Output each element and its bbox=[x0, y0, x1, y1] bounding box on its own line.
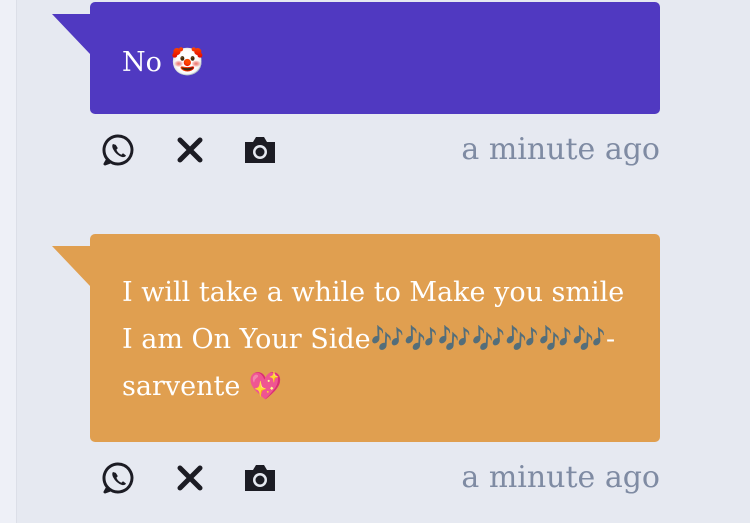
whatsapp-icon[interactable] bbox=[100, 460, 136, 496]
timestamp: a minute ago bbox=[461, 460, 660, 495]
message-text: I will take a while to Make you smile I … bbox=[122, 277, 625, 402]
close-icon[interactable] bbox=[172, 460, 208, 496]
timestamp: a minute ago bbox=[461, 132, 660, 167]
whatsapp-icon[interactable] bbox=[100, 132, 136, 168]
camera-icon[interactable] bbox=[242, 132, 278, 168]
message-text: No 🤡 bbox=[122, 47, 205, 78]
message-card: I will take a while to Make you smile I … bbox=[52, 234, 660, 442]
camera-icon[interactable] bbox=[242, 460, 278, 496]
message-actions: a minute ago bbox=[90, 128, 660, 172]
message-actions: a minute ago bbox=[90, 456, 660, 500]
message-card: No 🤡 bbox=[52, 2, 660, 114]
close-icon[interactable] bbox=[172, 132, 208, 168]
